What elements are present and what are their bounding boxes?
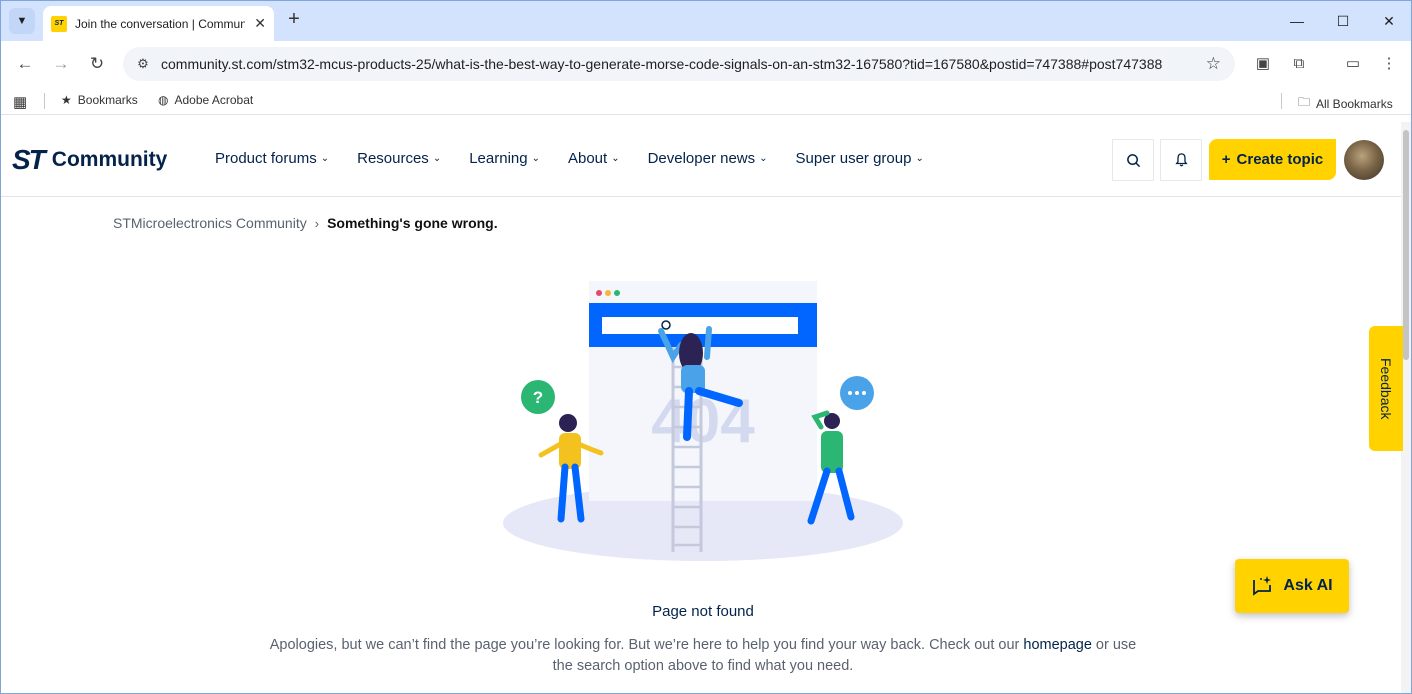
browser-window: ▼ ST Join the conversation | Community ✕…	[0, 0, 1412, 694]
close-window-icon[interactable]: ✕	[1377, 9, 1401, 33]
site-header: ST Community Product forums ⌄ Resources ⌄ …	[1, 122, 1401, 197]
forward-icon[interactable]: →	[49, 52, 73, 76]
breadcrumb-home[interactable]: STMicroelectronics Community	[113, 215, 307, 231]
nav-label: Developer news	[647, 150, 756, 167]
url-text: community.st.com/stm32-mcus-products-25/…	[161, 56, 1163, 72]
feedback-label: Feedback	[1378, 357, 1394, 420]
reload-icon[interactable]: ↻	[85, 52, 109, 76]
bell-icon	[1174, 153, 1188, 167]
nav-learning[interactable]: Learning ⌄	[469, 150, 540, 167]
chevron-down-icon: ⌄	[915, 153, 924, 164]
nav-super-user-group[interactable]: Super user group ⌄	[796, 150, 924, 167]
st-logo-icon: ST	[12, 144, 46, 175]
close-tab-icon[interactable]: ✕	[254, 15, 266, 32]
community-logo[interactable]: ST Community	[12, 144, 167, 176]
page-not-found-title: Page not found	[652, 603, 754, 620]
nav-label: Resources	[357, 150, 429, 167]
search-button[interactable]	[1112, 139, 1154, 181]
site-info-icon[interactable]: ⚙	[131, 56, 155, 72]
globe-icon: ◍	[158, 93, 169, 107]
bookmarks-bar: ▦ ★ Bookmarks ◍ Adobe Acrobat 🗀 All Book…	[1, 87, 1411, 115]
ask-ai-label: Ask AI	[1283, 577, 1333, 594]
plus-icon: +	[1221, 151, 1231, 168]
logo-text: Community	[51, 148, 168, 171]
all-bookmarks-label: All Bookmarks	[1316, 96, 1393, 111]
bookmark-bookmarks[interactable]: ★ Bookmarks	[61, 93, 138, 107]
bookmark-star-icon[interactable]: ☆	[1206, 54, 1221, 74]
puzzle-icon[interactable]: ⧉	[1287, 52, 1311, 76]
create-topic-label: Create topic	[1236, 151, 1324, 168]
chevron-down-icon: ⌄	[759, 153, 768, 164]
404-text: 404	[651, 387, 755, 456]
breadcrumb: STMicroelectronics Community › Something…	[113, 215, 498, 231]
extension-icon[interactable]: ▣	[1251, 52, 1275, 76]
404-illustration: 404 ?	[503, 281, 903, 561]
browser-toolbar: ← → ↻ ⚙ community.st.com/stm32-mcus-prod…	[1, 41, 1411, 87]
back-icon[interactable]: ←	[13, 52, 37, 76]
nav-label: About	[567, 150, 608, 167]
create-topic-button[interactable]: + Create topic	[1209, 139, 1336, 180]
profile-icon[interactable]: ▭	[1341, 52, 1365, 76]
homepage-link[interactable]: homepage	[1023, 637, 1092, 653]
bookmark-adobe-acrobat[interactable]: ◍ Adobe Acrobat	[158, 93, 253, 107]
nav-label: Super user group	[795, 150, 912, 167]
main-nav: Product forums ⌄ Resources ⌄ Learning ⌄ Abo…	[215, 150, 952, 167]
ask-ai-button[interactable]: Ask AI	[1235, 559, 1349, 613]
nav-developer-news[interactable]: Developer news ⌄	[648, 150, 768, 167]
chevron-down-icon: ⌄	[531, 153, 540, 164]
tab-bar: ▼ ST Join the conversation | Community ✕…	[1, 1, 1411, 41]
new-tab-button[interactable]: +	[283, 9, 305, 31]
user-avatar[interactable]	[1344, 140, 1384, 180]
maximize-icon[interactable]: ☐	[1331, 9, 1355, 33]
star-icon: ★	[61, 93, 72, 107]
bookmark-label: Bookmarks	[77, 93, 138, 107]
bookmark-separator	[44, 93, 45, 109]
chevron-down-icon: ⌄	[432, 153, 442, 164]
bookmark-label: Adobe Acrobat	[174, 93, 254, 107]
message-text: Apologies, but we can’t find the page yo…	[269, 637, 1024, 653]
nav-product-forums[interactable]: Product forums ⌄	[215, 150, 329, 167]
nav-label: Learning	[469, 150, 528, 167]
feedback-tab[interactable]: Feedback	[1369, 326, 1403, 451]
nav-label: Product forums	[215, 150, 317, 167]
page-not-found-message: Apologies, but we can’t find the page yo…	[263, 635, 1143, 677]
nav-about[interactable]: About ⌄	[568, 150, 620, 167]
ai-chat-sparkle-icon	[1253, 576, 1272, 596]
nav-resources[interactable]: Resources ⌄	[357, 150, 441, 167]
address-bar[interactable]: ⚙ community.st.com/stm32-mcus-products-2…	[123, 47, 1235, 81]
notifications-button[interactable]	[1160, 139, 1202, 181]
folder-icon: 🗀	[1298, 95, 1311, 109]
chevron-down-icon: ⌄	[611, 153, 620, 164]
tab-title: Join the conversation | Community	[75, 16, 245, 31]
apps-grid-icon[interactable]: ▦	[13, 93, 27, 111]
search-icon	[1126, 153, 1140, 167]
tab-search-button[interactable]: ▼	[9, 8, 35, 34]
chevron-down-icon: ▼	[16, 15, 28, 27]
all-bookmarks[interactable]: 🗀 All Bookmarks	[1298, 93, 1393, 114]
chevron-right-icon: ›	[314, 215, 320, 231]
breadcrumb-current: Something's gone wrong.	[327, 215, 498, 231]
browser-tab[interactable]: ST Join the conversation | Community ✕	[43, 6, 274, 41]
svg-text:?: ?	[533, 388, 543, 407]
more-menu-icon[interactable]: ⋮	[1377, 52, 1401, 76]
scrollbar-thumb[interactable]	[1403, 130, 1409, 360]
minimize-icon[interactable]: —	[1285, 9, 1309, 33]
chevron-down-icon: ⌄	[320, 153, 330, 164]
st-favicon-icon: ST	[51, 15, 67, 32]
bookmark-separator	[1281, 93, 1282, 109]
